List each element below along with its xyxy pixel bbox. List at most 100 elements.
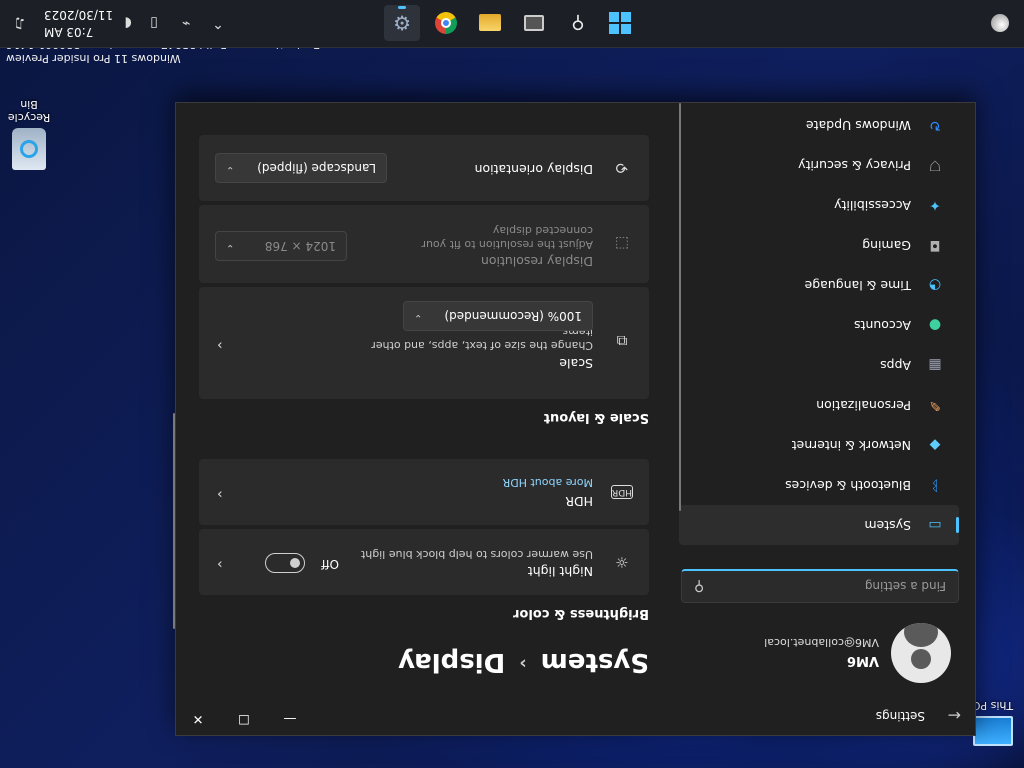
search-placeholder: Find a setting	[864, 579, 946, 593]
scale-card[interactable]: ⧉ Scale Change the size of text, apps, a…	[199, 287, 649, 399]
settings-taskbar-button[interactable]: ⚙	[384, 5, 420, 41]
nav-item-accessibility[interactable]: ✦ Accessibility	[679, 185, 959, 225]
chevron-down-icon: ⌄	[226, 242, 235, 253]
chevron-up-icon[interactable]: ⌃	[208, 13, 228, 33]
night-light-toggle[interactable]	[265, 553, 305, 573]
display-settings: Brightness & color ☼ Night light Use war…	[173, 131, 649, 629]
maximize-button[interactable]: ☐	[221, 703, 267, 735]
orientation-card[interactable]: ⟲ Display orientation Landscape (flipped…	[199, 135, 649, 201]
hdr-link[interactable]: More about HDR	[353, 475, 593, 489]
content-scrollbar[interactable]	[173, 413, 175, 629]
network-icon[interactable]: ⌁	[176, 13, 196, 33]
shield-icon: ⛉	[929, 157, 941, 173]
breadcrumb-parent[interactable]: System	[541, 647, 649, 677]
monitor-icon: ▭	[928, 517, 942, 533]
recycle-bin-label: Recycle Bin	[7, 98, 51, 124]
nav-item-network[interactable]: ◆ Network & internet	[679, 425, 959, 465]
resolution-value: 1024 × 768	[264, 239, 336, 253]
watermark-line-1: Windows 11 Pro Insider Preview	[6, 52, 181, 65]
bluetooth-icon: ᛒ	[930, 477, 940, 493]
system-clock[interactable]: 7:03 AM 11/30/2023	[44, 6, 124, 40]
nav-label: Personalization	[816, 398, 911, 413]
chevron-down-icon: ⌄	[226, 164, 235, 175]
hdr-icon: HDR	[611, 485, 633, 499]
nav-item-accounts[interactable]: ● Accounts	[679, 305, 959, 345]
recycle-bin-icon[interactable]: Recycle Bin	[0, 98, 58, 170]
start-button[interactable]	[602, 5, 638, 41]
chevron-right-icon[interactable]: ›	[217, 556, 223, 572]
page-title: Display	[398, 647, 506, 677]
user-name: VM6	[846, 653, 879, 668]
nav-item-apps[interactable]: ▦ Apps	[679, 345, 959, 385]
widgets-icon	[991, 14, 1009, 32]
maximize-icon: ☐	[238, 711, 250, 727]
chevron-right-icon[interactable]: ›	[217, 337, 223, 353]
start-icon	[609, 12, 631, 34]
widgets-button[interactable]	[982, 5, 1018, 41]
refresh-icon: ↻	[929, 117, 941, 133]
orientation-value: Landscape (flipped)	[257, 161, 376, 175]
nav-item-personalization[interactable]: ✎ Personalization	[679, 385, 959, 425]
avatar	[891, 623, 951, 683]
section-heading-scale: Scale & layout	[543, 410, 649, 425]
recycle-arrows-icon	[20, 140, 38, 158]
selection-indicator	[956, 517, 959, 533]
chrome-button[interactable]	[428, 5, 464, 41]
file-explorer-button[interactable]	[472, 5, 508, 41]
night-light-title: Night light	[527, 564, 593, 579]
nav-item-system[interactable]: ▭ System	[679, 505, 959, 545]
night-light-card[interactable]: ☼ Night light Use warmer colors to help …	[199, 529, 649, 595]
search-icon: ⚲	[571, 12, 585, 34]
title-bar[interactable]: ← Settings — ☐ ✕	[174, 695, 975, 735]
clock-time: 7:03 AM	[44, 25, 94, 39]
monitor-icon	[973, 716, 1013, 746]
rotate-icon: ⟲	[615, 159, 629, 177]
desktop-screen: This PC Recycle Bin Windows 11 Pro Insid…	[0, 0, 1024, 768]
orientation-dropdown[interactable]: Landscape (flipped) ⌄	[215, 153, 387, 183]
file-explorer-icon	[479, 14, 501, 32]
nav-label: System	[864, 518, 911, 533]
notification-bell-icon[interactable]: ♫	[10, 13, 30, 33]
globe-clock-icon: ◔	[928, 277, 942, 293]
wifi-icon: ◆	[929, 437, 941, 453]
nav-item-gaming[interactable]: ◘ Gaming	[679, 225, 959, 265]
resolution-dropdown: 1024 × 768 ⌄	[215, 231, 347, 261]
clock-date: 11/30/2023	[44, 8, 114, 22]
resolution-title: Display resolution	[480, 254, 593, 269]
chevron-right-icon: ›	[519, 653, 527, 674]
nav-label: Time & language	[804, 278, 911, 293]
search-icon[interactable]: ⚲	[694, 578, 704, 594]
taskbar: ⚲ ⚙ ⌃ ⌁ ▯ ◖ 7:03 AM 11/30/2023 ♫	[0, 0, 1024, 48]
nav-label: Windows Update	[805, 118, 911, 133]
nav-label: Network & internet	[791, 438, 911, 453]
nav-item-time-language[interactable]: ◔ Time & language	[679, 265, 959, 305]
minimize-button[interactable]: —	[267, 703, 313, 735]
accessibility-icon: ✦	[929, 197, 941, 213]
chevron-right-icon[interactable]: ›	[217, 486, 223, 502]
nav-item-privacy[interactable]: ⛉ Privacy & security	[679, 145, 959, 185]
nav-item-windows-update[interactable]: ↻ Windows Update	[679, 105, 959, 145]
breadcrumb: System › Display	[398, 647, 649, 677]
active-app-indicator	[398, 6, 406, 9]
task-view-icon	[524, 15, 544, 31]
hdr-title: HDR	[565, 494, 593, 509]
window-title: Settings	[875, 709, 925, 723]
close-button[interactable]: ✕	[175, 703, 221, 735]
nav-item-bluetooth[interactable]: ᛒ Bluetooth & devices	[679, 465, 959, 505]
sidebar-scrollbar[interactable]	[679, 103, 681, 511]
chevron-down-icon: ⌄	[414, 312, 423, 323]
back-arrow-icon[interactable]: ←	[948, 706, 961, 725]
search-button[interactable]: ⚲	[560, 5, 596, 41]
gamepad-icon: ◘	[929, 237, 941, 253]
minimize-icon: —	[283, 711, 297, 727]
scale-dropdown[interactable]: 100% (Recommended) ⌄	[403, 301, 593, 331]
nav-label: Apps	[880, 358, 911, 373]
night-light-desc: Use warmer colors to help block blue lig…	[360, 548, 593, 561]
task-view-button[interactable]	[516, 5, 552, 41]
battery-icon[interactable]: ▯	[144, 13, 164, 33]
settings-icon: ⚙	[393, 11, 411, 35]
search-input[interactable]: Find a setting ⚲	[681, 569, 959, 603]
resolution-desc: Adjust the resolution to fit your connec…	[421, 224, 593, 251]
user-profile[interactable]: VM6 VM6@collabnet.local	[671, 619, 951, 683]
hdr-card[interactable]: HDR HDR More about HDR ›	[199, 459, 649, 525]
